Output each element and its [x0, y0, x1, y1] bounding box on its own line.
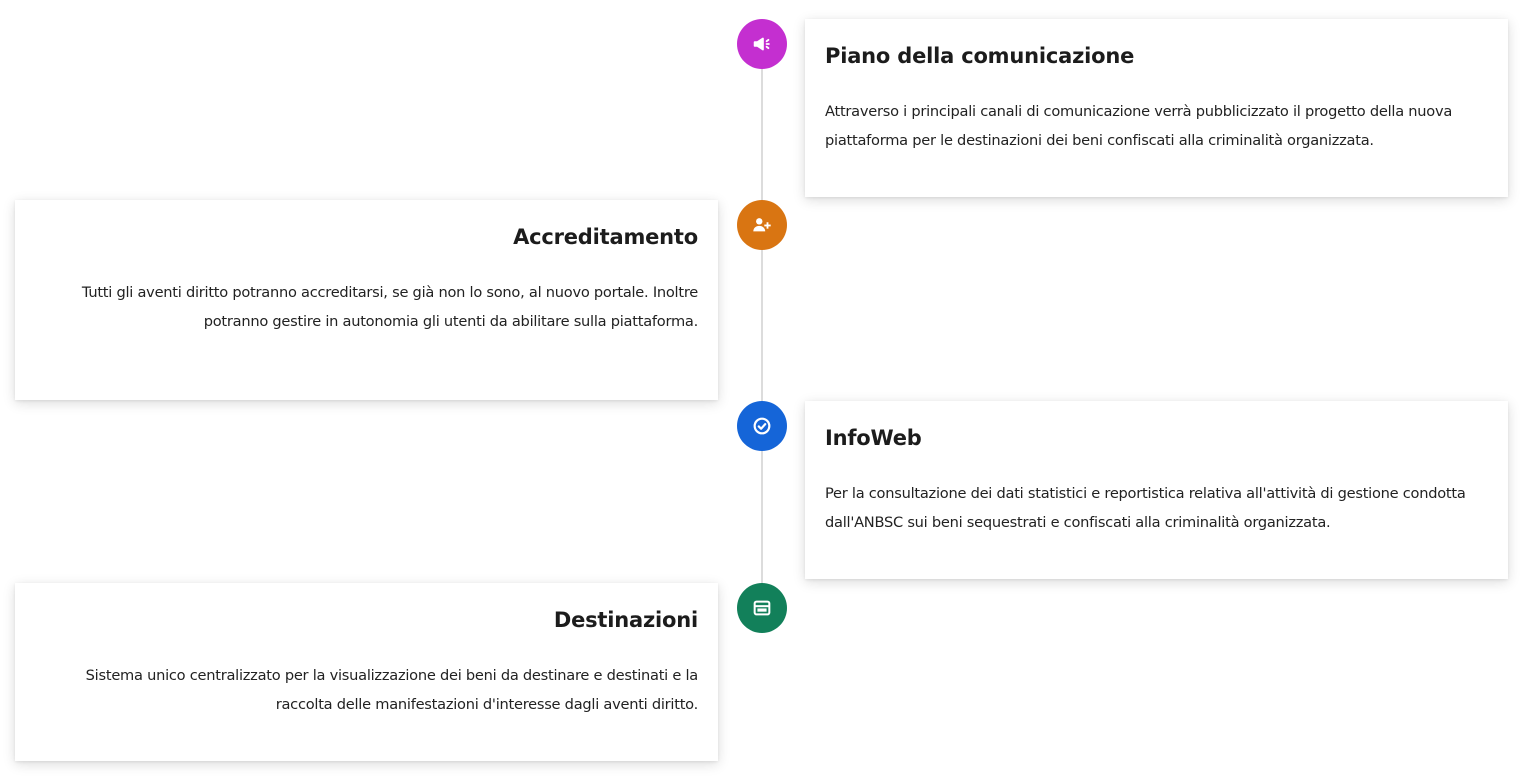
timeline-line: [761, 44, 763, 609]
timeline: Piano della comunicazione Attraverso i p…: [0, 0, 1537, 779]
card-description: Attraverso i principali canali di comuni…: [825, 103, 1453, 149]
card-title: Destinazioni: [553, 608, 698, 632]
window-icon: [751, 597, 773, 619]
card-description: Sistema unico centralizzato per la visua…: [85, 667, 699, 713]
timeline-dot-infoweb: [737, 401, 787, 451]
timeline-card-communication: Piano della comunicazione Attraverso i p…: [805, 19, 1508, 197]
timeline-dot-destinations: [737, 583, 787, 633]
timeline-dot-accreditation: [737, 200, 787, 250]
megaphone-icon: [751, 33, 773, 55]
card-title: Accreditamento: [513, 225, 698, 249]
timeline-card-accreditation: Accreditamento Tutti gli aventi diritto …: [15, 200, 718, 400]
card-title: InfoWeb: [825, 426, 922, 450]
card-description: Per la consultazione dei dati statistici…: [825, 485, 1466, 531]
timeline-card-destinations: Destinazioni Sistema unico centralizzato…: [15, 583, 718, 761]
card-title: Piano della comunicazione: [825, 44, 1135, 68]
timeline-card-infoweb: InfoWeb Per la consultazione dei dati st…: [805, 401, 1508, 579]
user-add-icon: [751, 214, 773, 236]
timeline-dot-communication: [737, 19, 787, 69]
check-circle-icon: [751, 415, 773, 437]
card-description: Tutti gli aventi diritto potranno accred…: [81, 284, 698, 330]
